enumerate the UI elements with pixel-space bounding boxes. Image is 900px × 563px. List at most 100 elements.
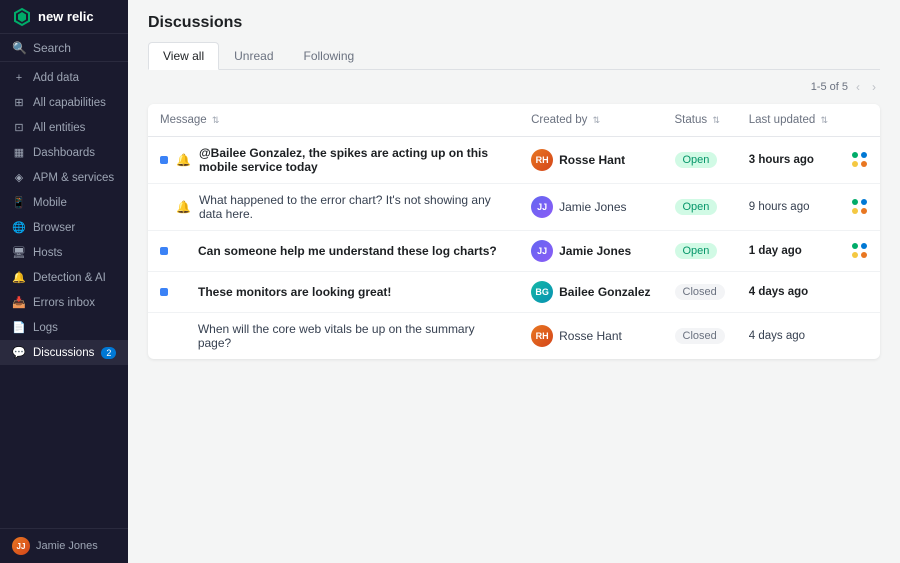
sidebar-item-hosts[interactable]: 🖥 Hosts: [0, 240, 128, 265]
pagination-prev[interactable]: ‹: [852, 78, 864, 96]
sidebar-footer: JJ Jamie Jones: [0, 528, 128, 563]
sidebar-item-discussions[interactable]: 💬 Discussions 2: [0, 340, 128, 365]
cell-time: 4 days ago: [737, 313, 840, 360]
nav-label-errors-inbox: Errors inbox: [33, 297, 95, 309]
sidebar-item-all-capabilities[interactable]: ⊞ All capabilities: [0, 90, 128, 115]
sidebar-item-all-entities[interactable]: ⊡ All entities: [0, 115, 128, 140]
nav-icon-mobile: 📱: [12, 196, 26, 209]
page-title: Discussions: [148, 14, 880, 32]
newrelic-logo-icon: [12, 7, 32, 27]
main-content: Discussions View all Unread Following 1-…: [128, 0, 900, 563]
newrelic-action-icon[interactable]: [852, 243, 868, 259]
nav-label-add-data: Add data: [33, 72, 79, 84]
cell-time: 3 hours ago: [737, 137, 840, 184]
message-text: What happened to the error chart? It's n…: [199, 193, 507, 221]
table-row[interactable]: Can someone help me understand these log…: [148, 231, 880, 272]
sidebar-search[interactable]: 🔍 Search: [0, 34, 128, 62]
nav-label-mobile: Mobile: [33, 197, 67, 209]
creator-avatar: RH: [531, 325, 553, 347]
sidebar-item-detection-ai[interactable]: 🔔 Detection & AI: [0, 265, 128, 290]
nav-icon-apm-services: ◈: [12, 171, 26, 184]
nav-label-logs: Logs: [33, 322, 58, 334]
table-row[interactable]: 🔔 What happened to the error chart? It's…: [148, 184, 880, 231]
col-action: [840, 104, 880, 137]
nav-label-hosts: Hosts: [33, 247, 62, 259]
cell-time: 1 day ago: [737, 231, 840, 272]
sort-icon-created: ⇅: [593, 115, 601, 125]
col-last-updated: Last updated ⇅: [737, 104, 840, 137]
col-created-by: Created by ⇅: [519, 104, 662, 137]
tab-view-all[interactable]: View all: [148, 42, 219, 70]
nav-icon-browser: 🌐: [12, 221, 26, 234]
creator-avatar: RH: [531, 149, 553, 171]
nav-label-browser: Browser: [33, 222, 75, 234]
message-text: These monitors are looking great!: [198, 285, 391, 299]
status-badge: Open: [675, 199, 718, 215]
bell-icon: 🔔: [176, 200, 191, 214]
table-row[interactable]: When will the core web vitals be up on t…: [148, 313, 880, 360]
cell-message: 🔔 What happened to the error chart? It's…: [148, 184, 519, 231]
nav-icon-all-entities: ⊡: [12, 121, 26, 134]
pagination-text: 1-5 of 5: [811, 81, 848, 93]
nav-badge-discussions: 2: [101, 347, 116, 359]
cell-creator: BG Bailee Gonzalez: [519, 272, 662, 313]
cell-action: [840, 231, 880, 272]
status-badge: Closed: [675, 284, 725, 300]
sidebar-item-mobile[interactable]: 📱 Mobile: [0, 190, 128, 215]
creator-name: Rosse Hant: [559, 329, 622, 343]
unread-indicator: [160, 247, 168, 255]
cell-time: 9 hours ago: [737, 184, 840, 231]
table-area: 1-5 of 5 ‹ › Message ⇅ Created by ⇅ Stat…: [128, 70, 900, 563]
creator-name: Jamie Jones: [559, 244, 631, 258]
nav-label-dashboards: Dashboards: [33, 147, 95, 159]
cell-creator: JJ Jamie Jones: [519, 184, 662, 231]
tabs: View all Unread Following: [148, 42, 880, 70]
user-avatar: JJ: [12, 537, 30, 555]
cell-message: These monitors are looking great!: [148, 272, 519, 313]
table-row[interactable]: 🔔 @Bailee Gonzalez, the spikes are actin…: [148, 137, 880, 184]
col-message: Message ⇅: [148, 104, 519, 137]
sort-icon-updated: ⇅: [820, 115, 828, 125]
sort-icon-message: ⇅: [212, 115, 220, 125]
cell-creator: RH Rosse Hant: [519, 313, 662, 360]
nav-icon-all-capabilities: ⊞: [12, 96, 26, 109]
pagination-next[interactable]: ›: [868, 78, 880, 96]
creator-name: Bailee Gonzalez: [559, 285, 650, 299]
newrelic-action-icon[interactable]: [852, 199, 868, 215]
table-row[interactable]: These monitors are looking great! BG Bai…: [148, 272, 880, 313]
sidebar-item-add-data[interactable]: + Add data: [0, 66, 128, 90]
sidebar-item-browser[interactable]: 🌐 Browser: [0, 215, 128, 240]
cell-action: [840, 272, 880, 313]
discussions-table: Message ⇅ Created by ⇅ Status ⇅ Last upd…: [148, 104, 880, 359]
table-header-row: Message ⇅ Created by ⇅ Status ⇅ Last upd…: [148, 104, 880, 137]
sidebar-item-logs[interactable]: 📄 Logs: [0, 315, 128, 340]
creator-avatar: BG: [531, 281, 553, 303]
sidebar-item-dashboards[interactable]: ▦ Dashboards: [0, 140, 128, 165]
sidebar-user-name: Jamie Jones: [36, 540, 98, 552]
main-header: Discussions View all Unread Following: [128, 0, 900, 70]
cell-creator: JJ Jamie Jones: [519, 231, 662, 272]
status-badge: Open: [675, 152, 718, 168]
message-text: When will the core web vitals be up on t…: [198, 322, 507, 350]
tab-following[interactable]: Following: [289, 42, 370, 70]
message-text: Can someone help me understand these log…: [198, 244, 497, 258]
nav-icon-add-data: +: [12, 72, 26, 84]
unread-indicator: [160, 288, 168, 296]
nav-icon-hosts: 🖥: [12, 246, 26, 259]
sidebar: new relic 🔍 Search + Add data ⊞ All capa…: [0, 0, 128, 563]
newrelic-action-icon[interactable]: [852, 152, 868, 168]
cell-status: Open: [663, 137, 737, 184]
cell-action: [840, 137, 880, 184]
sidebar-item-errors-inbox[interactable]: 📥 Errors inbox: [0, 290, 128, 315]
cell-message: When will the core web vitals be up on t…: [148, 313, 519, 360]
nav-icon-detection-ai: 🔔: [12, 271, 26, 284]
nav-label-all-capabilities: All capabilities: [33, 97, 106, 109]
creator-avatar: JJ: [531, 240, 553, 262]
sidebar-logo[interactable]: new relic: [0, 0, 128, 34]
sidebar-item-apm-services[interactable]: ◈ APM & services: [0, 165, 128, 190]
bell-icon: 🔔: [176, 153, 191, 167]
cell-message: 🔔 @Bailee Gonzalez, the spikes are actin…: [148, 137, 519, 184]
cell-action: [840, 184, 880, 231]
creator-name: Jamie Jones: [559, 200, 626, 214]
tab-unread[interactable]: Unread: [219, 42, 288, 70]
